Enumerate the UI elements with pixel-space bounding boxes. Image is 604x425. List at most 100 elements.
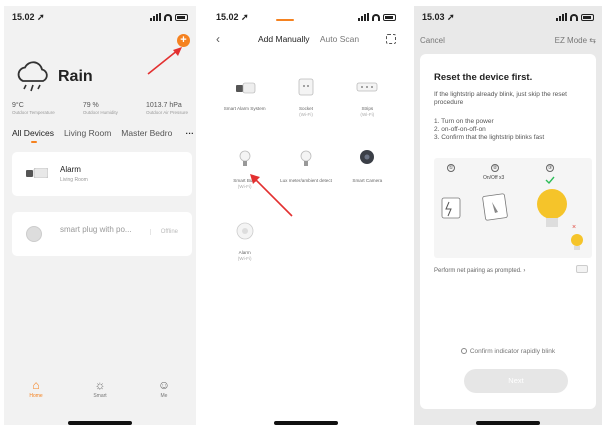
alarm-system-icon: [235, 82, 255, 94]
reset-step: 2. on-off-on-off-on: [434, 125, 486, 133]
device-card-smart-plug[interactable]: smart plug with po... Offline: [12, 212, 192, 256]
room-tabs: All Devices Living Room Master Bedro ···: [12, 128, 194, 138]
cloud-rain-icon: [17, 61, 48, 92]
svg-text:×: ×: [572, 224, 576, 231]
reset-step: 1. Turn on the power: [434, 118, 494, 125]
device-room: Living Room: [60, 177, 88, 183]
socket-icon: [298, 78, 314, 96]
reset-subtitle: If the lightstrip already blink, just sk…: [434, 91, 567, 107]
tab-label: Home: [29, 393, 43, 399]
status-time: 15.03 ➚: [422, 12, 455, 22]
bottom-tab-bar: ⌂ Home ☼ Smart ☺ Me: [4, 377, 196, 411]
add-device-screen: 15.02 ➚ ‹ Add Manually Auto Scan Smart A…: [208, 6, 404, 425]
device-type-label: Strips (Wi-Fi): [337, 106, 398, 118]
wifi-icon: [570, 13, 578, 21]
more-rooms-button[interactable]: ···: [186, 128, 195, 138]
weather-stat-label: Outdoor Humidity: [82, 110, 118, 115]
signal-icon: [358, 13, 369, 21]
device-type-camera[interactable]: Smart Camera: [337, 148, 398, 208]
device-type-smart-alarm[interactable]: Smart Alarm System: [214, 76, 275, 136]
reset-steps-drawing: ×: [441, 176, 583, 250]
device-name: Alarm: [60, 165, 81, 174]
lux-sensor-icon: [300, 150, 312, 166]
wifi-icon: [164, 13, 172, 21]
device-card-alarm[interactable]: Alarm Living Room: [12, 152, 192, 196]
radio-icon[interactable]: [460, 348, 467, 354]
status-bar: 15.03 ➚: [422, 12, 594, 24]
wifi-icon: [372, 13, 380, 21]
device-type-socket[interactable]: Socket (Wi-Fi): [275, 76, 336, 136]
device-type-protocol: (Wi-Fi): [237, 255, 252, 261]
status-bar: 15.02 ➚: [12, 12, 188, 24]
nav-bar: ‹ Add Manually Auto Scan: [216, 32, 396, 47]
tab-master-bedroom[interactable]: Master Bedro: [121, 128, 172, 138]
status-time: 15.02 ➚: [216, 12, 249, 22]
ez-mode-switch[interactable]: EZ Mode ⇆: [555, 36, 596, 45]
status-bar: 15.02 ➚: [216, 12, 396, 24]
device-type-strips[interactable]: Strips (Wi-Fi): [337, 76, 398, 136]
home-indicator: [476, 421, 540, 425]
tab-home[interactable]: ⌂ Home: [16, 377, 56, 411]
battery-icon: [175, 13, 188, 21]
arrow-annotation: [250, 174, 293, 217]
user-icon: ☺: [157, 378, 171, 392]
weather-stat-value: 79 %: [82, 102, 99, 109]
active-tab-indicator: [276, 19, 294, 21]
device-type-protocol: (Wi-Fi): [360, 111, 375, 117]
active-tab-indicator: [31, 141, 37, 143]
reset-instructions-card: Reset the device first. If the lightstri…: [420, 54, 596, 409]
scan-qr-icon[interactable]: [386, 34, 396, 44]
pairing-prompt-link[interactable]: Perform net pairing as prompted. ›: [434, 268, 525, 274]
signal-icon: [150, 13, 161, 21]
back-button[interactable]: ‹: [216, 32, 220, 46]
confirm-label: Confirm indicator rapidly blink: [469, 348, 556, 355]
arrow-annotation: [147, 47, 182, 75]
tab-label: Me: [160, 393, 168, 399]
nav-bar: Cancel EZ Mode ⇆: [420, 36, 596, 45]
weather-stat: 9°C Outdoor Temperature: [12, 102, 55, 115]
camera-icon: [360, 150, 375, 164]
weather-stat-label: Outdoor Air Pressure: [145, 110, 188, 115]
battery-icon: [581, 13, 594, 21]
weather-stats: 9°C Outdoor Temperature 79 % Outdoor Hum…: [12, 102, 188, 115]
tab-smart[interactable]: ☼ Smart: [80, 377, 120, 411]
status-icons: [556, 13, 594, 21]
device-thumbnail-icon: [576, 265, 588, 273]
reset-illustration: ① ② ③ On/Off x3 ×: [434, 158, 592, 258]
home-screen: 15.02 ➚ + Rain 9°C Outdoor Temperature 7…: [4, 6, 196, 425]
home-icon: ⌂: [32, 378, 40, 392]
device-type-grid: Smart Alarm System Socket (Wi-Fi) Strips(…: [214, 76, 398, 280]
cancel-button[interactable]: Cancel: [420, 36, 445, 45]
signal-icon: [556, 13, 567, 21]
tab-all-devices[interactable]: All Devices: [12, 128, 54, 138]
device-type-alarm[interactable]: Alarm (Wi-Fi): [214, 220, 275, 280]
status-time: 15.02 ➚: [12, 12, 45, 22]
status-icons: [358, 13, 396, 21]
reset-steps: 1. Turn on the power 2. on-off-on-off-on…: [434, 118, 544, 141]
weather-stat: 1013.7 hPa Outdoor Air Pressure: [146, 102, 188, 115]
battery-icon: [383, 13, 396, 21]
status-icons: [150, 13, 188, 21]
tab-add-manually[interactable]: Add Manually: [258, 34, 310, 44]
weather-stat-value: 9°C: [12, 102, 24, 109]
device-type-label: Alarm (Wi-Fi): [214, 250, 275, 262]
device-name: smart plug with po...: [60, 225, 132, 234]
confirm-blink-option[interactable]: Confirm indicator rapidly blink: [420, 348, 596, 355]
tab-me[interactable]: ☺ Me: [144, 377, 184, 411]
tab-living-room[interactable]: Living Room: [64, 128, 111, 138]
device-type-name: Strips: [361, 106, 374, 111]
tab-label: Smart: [93, 393, 107, 399]
tab-auto-scan[interactable]: Auto Scan: [320, 34, 359, 44]
reset-step: 3. Confirm that the lightstrip blinks fa…: [434, 133, 545, 141]
weather-stat-label: Outdoor Temperature: [12, 110, 55, 115]
mode-tabs: Add Manually Auto Scan: [258, 34, 359, 44]
reset-title: Reset the device first.: [434, 72, 533, 83]
weather-stat: 79 % Outdoor Humidity: [83, 102, 118, 115]
bulb-icon: [239, 150, 251, 166]
next-button[interactable]: Next: [464, 369, 568, 393]
device-type-label: Socket (Wi-Fi): [275, 106, 336, 118]
smart-plug-icon: [26, 226, 42, 242]
sun-icon: ☼: [94, 378, 106, 392]
weather-title: Rain: [58, 68, 93, 85]
device-type-label: Smart Alarm System: [223, 106, 266, 111]
